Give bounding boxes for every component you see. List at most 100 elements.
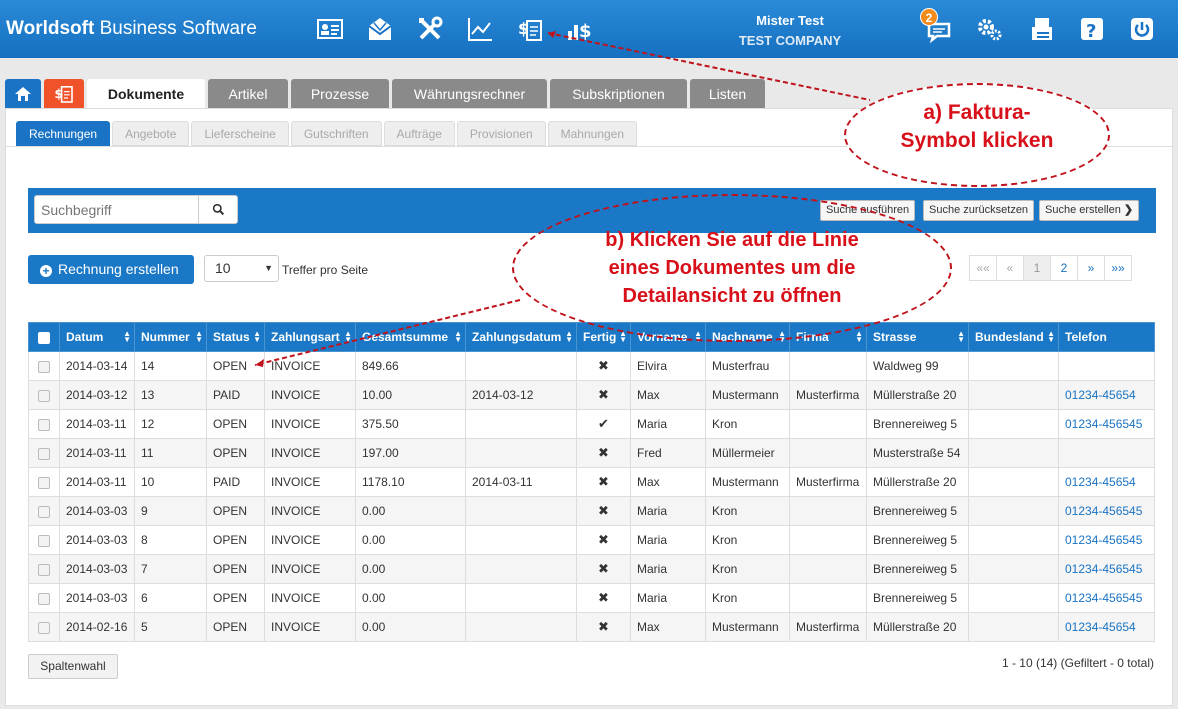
cell-vorname: Max [630,467,706,497]
cell-zahlungsart: INVOICE [264,554,356,584]
tools-icon[interactable] [412,12,448,46]
table-row[interactable]: 2014-03-03 9 OPEN INVOICE 0.00 ✖ Maria Kron Bren… [28,496,1155,526]
annotation-a-line2: Symbol klicken [900,129,1054,152]
cell-telefon[interactable] [1058,351,1155,381]
page-1[interactable]: 1 [1023,255,1051,281]
tab-prozesse[interactable]: Prozesse [291,79,389,108]
tab-waehrungsrechner[interactable]: Währungsrechner [392,79,547,108]
page-next[interactable]: » [1077,255,1105,281]
table-row[interactable]: 2014-03-12 13 PAID INVOICE 10.00 2014-03-12 ✖ M… [28,380,1155,410]
cell-telefon[interactable]: 01234-456545 [1058,409,1155,439]
subtab-gutschriften[interactable]: Gutschriften [290,121,382,146]
row-checkbox[interactable] [28,409,60,439]
create-invoice-button[interactable]: + Rechnung erstellen [28,255,194,284]
subtab-lieferscheine[interactable]: Lieferscheine [191,121,289,146]
sub-tabs: Rechnungen Angebote Lieferscheine Gutsch… [16,121,638,146]
col-datum[interactable]: Datum ▲ ▼ [59,322,135,352]
row-checkbox[interactable] [28,496,60,526]
col-zahlungsart[interactable]: Zahlungsart ▲ ▼ [264,322,356,352]
mail-icon[interactable] [362,12,398,46]
settings-icon[interactable] [972,12,1008,46]
subtab-angebote[interactable]: Angebote [112,121,190,146]
col-bundesland[interactable]: Bundesland ▲ ▼ [968,322,1059,352]
faktura-tab[interactable]: $ [44,79,84,108]
table-row[interactable]: 2014-02-16 5 OPEN INVOICE 0.00 ✖ Max Mustermann… [28,612,1155,642]
contacts-card-icon[interactable] [312,12,348,46]
table-row[interactable]: 2014-03-11 11 OPEN INVOICE 197.00 ✖ Fred Müller… [28,438,1155,468]
home-tab[interactable] [5,79,41,108]
cell-telefon[interactable]: 01234-456545 [1058,583,1155,613]
table-row[interactable]: 2014-03-11 12 OPEN INVOICE 375.50 ✔ Maria Kron B… [28,409,1155,439]
plus-circle-icon: + [40,265,52,277]
reset-search-button[interactable]: Suche zurücksetzen [923,200,1035,221]
row-checkbox[interactable] [28,380,60,410]
cell-telefon[interactable] [1058,438,1155,468]
cell-firma [789,438,867,468]
row-checkbox[interactable] [28,612,60,642]
column-select-button[interactable]: Spaltenwahl [28,654,118,679]
cell-summe: 1178.10 [355,467,466,497]
per-page-select[interactable]: 10 ▼ [204,255,279,282]
cell-zahlungsdatum [465,351,577,381]
create-search-button[interactable]: Suche erstellen ❯ [1039,200,1140,221]
search-button[interactable] [198,195,238,224]
per-page-value: 10 [215,260,231,276]
select-all-checkbox[interactable] [28,322,60,352]
tab-artikel[interactable]: Artikel [208,79,288,108]
help-icon[interactable]: ? [1074,12,1110,46]
cell-datum: 2014-03-03 [59,496,135,526]
brand-logo[interactable]: Worldsoft Business Software [6,18,257,40]
cell-datum: 2014-03-03 [59,525,135,555]
cell-telefon[interactable]: 01234-456545 [1058,496,1155,526]
search-input[interactable] [34,195,199,224]
table-row[interactable]: 2014-03-14 14 OPEN INVOICE 849.66 ✖ Elvira Must… [28,351,1155,381]
per-page-label: Treffer pro Seite [282,263,369,277]
table-row[interactable]: 2014-03-03 7 OPEN INVOICE 0.00 ✖ Maria Kron Bren… [28,554,1155,584]
row-checkbox[interactable] [28,554,60,584]
power-icon[interactable] [1124,12,1160,46]
col-zahlungsdatum[interactable]: Zahlungsdatum ▲ ▼ [465,322,577,352]
faktura-icon[interactable]: $ [512,12,548,46]
page-last[interactable]: »» [1104,255,1132,281]
col-label: Telefon [1065,330,1107,344]
page-prev[interactable]: « [996,255,1024,281]
cell-firma [789,409,867,439]
tab-subskriptionen[interactable]: Subskriptionen [550,79,687,108]
cell-fertig: ✖ [576,467,631,497]
page-2[interactable]: 2 [1050,255,1078,281]
tab-dokumente[interactable]: Dokumente [87,79,205,108]
user-info[interactable]: Mister Test TEST COMPANY [700,11,880,51]
row-checkbox[interactable] [28,438,60,468]
cell-telefon[interactable]: 01234-45654 [1058,380,1155,410]
cell-telefon[interactable]: 01234-45654 [1058,467,1155,497]
chart-icon[interactable] [462,12,498,46]
subtab-auftraege[interactable]: Aufträge [383,121,455,146]
row-checkbox[interactable] [28,467,60,497]
col-status[interactable]: Status ▲ ▼ [206,322,265,352]
cell-telefon[interactable]: 01234-456545 [1058,554,1155,584]
row-checkbox[interactable] [28,351,60,381]
table-row[interactable]: 2014-03-03 8 OPEN INVOICE 0.00 ✖ Maria Kron Bren… [28,525,1155,555]
subtab-mahnungen[interactable]: Mahnungen [547,121,638,146]
cell-firma: Musterfirma [789,467,867,497]
tab-listen[interactable]: Listen [690,79,765,108]
cell-datum: 2014-03-12 [59,380,135,410]
col-telefon[interactable]: Telefon [1058,322,1155,352]
col-strasse[interactable]: Strasse ▲ ▼ [866,322,969,352]
subtab-rechnungen[interactable]: Rechnungen [16,121,111,146]
table-row[interactable]: 2014-03-03 6 OPEN INVOICE 0.00 ✖ Maria Kron Bren… [28,583,1155,613]
col-gesamtsumme[interactable]: Gesamtsumme ▲ ▼ [355,322,466,352]
col-nummer[interactable]: Nummer ▲ ▼ [134,322,207,352]
cell-telefon[interactable]: 01234-45654 [1058,612,1155,642]
cell-strasse: Waldweg 99 [866,351,969,381]
subtab-provisionen[interactable]: Provisionen [456,121,546,146]
sort-icon: ▲ ▼ [957,329,965,344]
finance-icon[interactable]: $ [562,12,598,46]
row-checkbox[interactable] [28,525,60,555]
table-row[interactable]: 2014-03-11 10 PAID INVOICE 1178.10 2014-03-11… [28,467,1155,497]
cell-telefon[interactable]: 01234-456545 [1058,525,1155,555]
row-checkbox[interactable] [28,583,60,613]
page-first[interactable]: «« [969,255,997,281]
checkbox-icon [38,505,50,518]
fax-icon[interactable] [1024,12,1060,46]
